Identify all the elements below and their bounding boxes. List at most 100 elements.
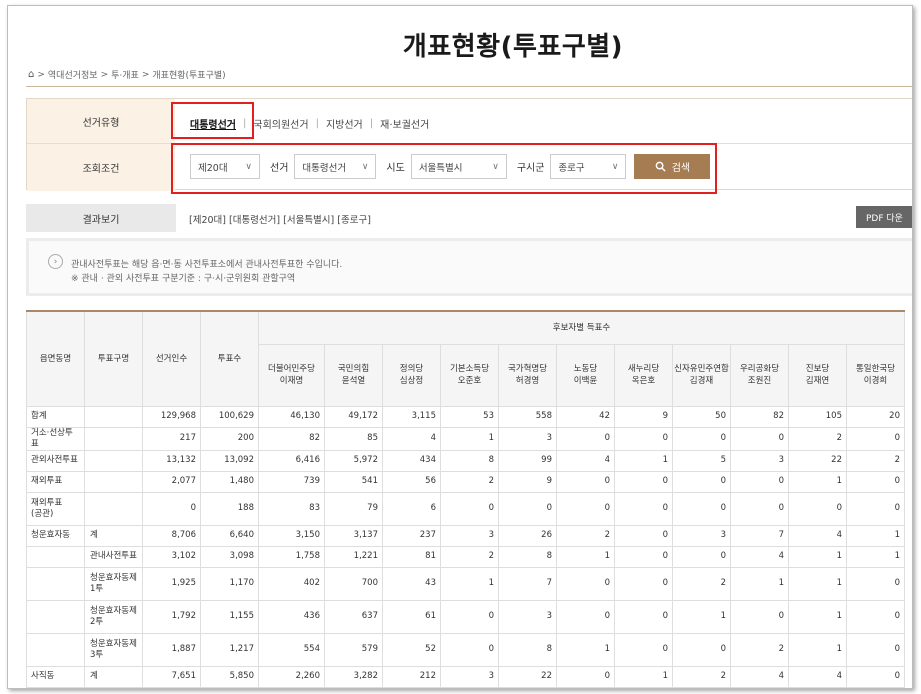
cell-candidate-count: 739 (258, 470, 325, 493)
cell-candidate-count: 1 (614, 665, 673, 688)
chevron-right-icon: › (48, 254, 63, 269)
notice-line-1: 관내사전투표는 해당 읍·면·동 사전투표소에서 관내사전투표한 수입니다. (71, 260, 343, 270)
tab-local[interactable]: 지방선거 (326, 116, 363, 131)
cell-district (26, 545, 85, 568)
cell-electorate: 7,651 (142, 665, 201, 688)
cell-candidate-count: 4 (730, 545, 789, 568)
cell-candidate-count: 0 (730, 426, 789, 451)
cell-candidate-count: 0 (672, 632, 731, 667)
cell-candidate-count: 0 (556, 426, 615, 451)
cell-candidate-count: 1 (788, 470, 847, 493)
cell-candidate-count: 554 (258, 632, 325, 667)
table-row: 청운효자동제 2투 1,792 1,155 436 637 61 0 3 0 0 1 0 1 0 (26, 599, 905, 634)
cell-candidate-count: 1 (440, 426, 499, 451)
page-title: 개표현황(투표구별) (402, 32, 624, 62)
candidate-name: 허경영 (515, 376, 540, 386)
cell-candidate-count: 56 (382, 470, 441, 493)
result-bar: 결과보기 [제20대] [대통령선거] [서울특별시] [종로구] PDF 다운 (26, 204, 912, 232)
cell-vote-type: 청운효자동제 3투 (84, 632, 143, 667)
tab-separator: | (315, 118, 319, 129)
header-candidate-group: 후보자별 득표수 (258, 310, 905, 345)
cell-district: 재외투표 (26, 470, 85, 493)
candidate-name: 이경희 (863, 376, 888, 386)
candidate-name: 윤석열 (341, 376, 366, 386)
candidate-party: 노동당 (573, 364, 598, 374)
candidate-name: 이재명 (279, 376, 304, 386)
cell-candidate-count: 53 (440, 405, 499, 428)
cell-candidate-count: 0 (556, 599, 615, 634)
cell-district: 사직동 (26, 665, 85, 688)
home-icon[interactable]: ⌂ (28, 69, 34, 80)
cell-candidate-count: 3,137 (324, 524, 383, 547)
cell-district (26, 599, 85, 634)
cell-candidate-count: 0 (614, 632, 673, 667)
cell-vote-type: 청운효자동제 2투 (84, 599, 143, 634)
cell-candidate-count: 0 (614, 566, 673, 601)
cell-electorate: 0 (142, 491, 201, 526)
header-candidate: 우리공화당 조원진 (730, 343, 789, 407)
cell-candidate-count: 3 (672, 524, 731, 547)
cell-candidate-count: 0 (846, 599, 905, 634)
tab-by-election[interactable]: 재·보궐선거 (380, 116, 429, 131)
cell-candidate-count: 1 (614, 449, 673, 472)
header-candidate: 기본소득당 오준호 (440, 343, 499, 407)
cell-vote-type (84, 405, 143, 428)
table-row: 청운효자동 계 8,706 6,640 3,150 3,137 237 3 26 2 0 3 7 4 1 (26, 524, 905, 547)
candidate-party: 정의당 (399, 364, 424, 374)
cell-candidate-count: 1 (788, 566, 847, 601)
pdf-download-button[interactable]: PDF 다운 (856, 206, 912, 228)
cell-candidate-count: 0 (614, 524, 673, 547)
table-body: 합계 129,968 100,629 46,130 49,172 3,115 53 558 42… (26, 405, 905, 688)
cell-candidate-count: 0 (730, 491, 789, 526)
cell-candidate-count: 3 (730, 449, 789, 472)
cell-vote-type (84, 449, 143, 472)
cell-candidate-count: 558 (498, 405, 557, 428)
cell-candidate-count: 26 (498, 524, 557, 547)
table-row: 관내사전투표 3,102 3,098 1,758 1,221 81 2 8 1 0 0 4 1 1 (26, 545, 905, 568)
cell-candidate-count: 0 (788, 491, 847, 526)
breadcrumb: ⌂ > 역대선거정보 > 투·개표 > 개표현황(투표구별) (28, 68, 226, 81)
cell-candidate-count: 3,282 (324, 665, 383, 688)
cell-candidate-count: 7 (498, 566, 557, 601)
cell-candidate-count: 0 (498, 491, 557, 526)
breadcrumb-item-vote-count[interactable]: 투·개표 (111, 68, 139, 81)
cell-district (26, 566, 85, 601)
cell-candidate-count: 2 (846, 449, 905, 472)
cell-candidate-count: 0 (846, 632, 905, 667)
cell-candidate-count: 5 (672, 449, 731, 472)
cell-candidate-count: 0 (730, 470, 789, 493)
tab-national-assembly[interactable]: 국회의원선거 (253, 116, 308, 131)
candidate-name: 이백윤 (573, 376, 598, 386)
cell-candidate-count: 0 (730, 599, 789, 634)
cell-candidate-count: 4 (730, 665, 789, 688)
cell-candidate-count: 436 (258, 599, 325, 634)
cell-candidate-count: 8 (440, 449, 499, 472)
header-candidate: 정의당심상정 (382, 343, 441, 407)
header-candidate: 진보당 김재연 (788, 343, 847, 407)
table-row: 청운효자동제 1투 1,925 1,170 402 700 43 1 7 0 0 2 1 1 0 (26, 566, 905, 601)
candidate-party: 국민의힘 (337, 364, 370, 374)
cell-candidate-count: 20 (846, 405, 905, 428)
cell-candidate-count: 1 (730, 566, 789, 601)
tab-separator: | (369, 118, 374, 129)
cell-candidate-count: 0 (846, 566, 905, 601)
cell-candidate-count: 0 (556, 566, 615, 601)
cell-candidate-count: 541 (324, 470, 383, 493)
cell-candidate-count: 0 (672, 491, 731, 526)
breadcrumb-item-election-info[interactable]: 역대선거정보 (48, 68, 98, 81)
cell-candidate-count: 49,172 (324, 405, 383, 428)
cell-candidate-count: 4 (556, 449, 615, 472)
highlight-box-conditions (171, 143, 717, 194)
cell-candidate-count: 2 (440, 545, 499, 568)
cell-candidate-count: 105 (788, 405, 847, 428)
cell-candidate-count: 5,972 (324, 449, 383, 472)
election-type-label: 선거유형 (27, 99, 175, 143)
cell-district: 거소·선상투표 (26, 426, 85, 451)
cell-candidate-count: 2 (440, 470, 499, 493)
candidate-name: 심상정 (399, 376, 424, 386)
cell-candidate-count: 0 (846, 491, 905, 526)
cell-candidate-count: 237 (382, 524, 441, 547)
cell-candidate-count: 42 (556, 405, 615, 428)
cell-district: 재외투표 (공관) (26, 491, 85, 526)
header-candidate: 더불어민주당 이재명 (258, 343, 325, 407)
